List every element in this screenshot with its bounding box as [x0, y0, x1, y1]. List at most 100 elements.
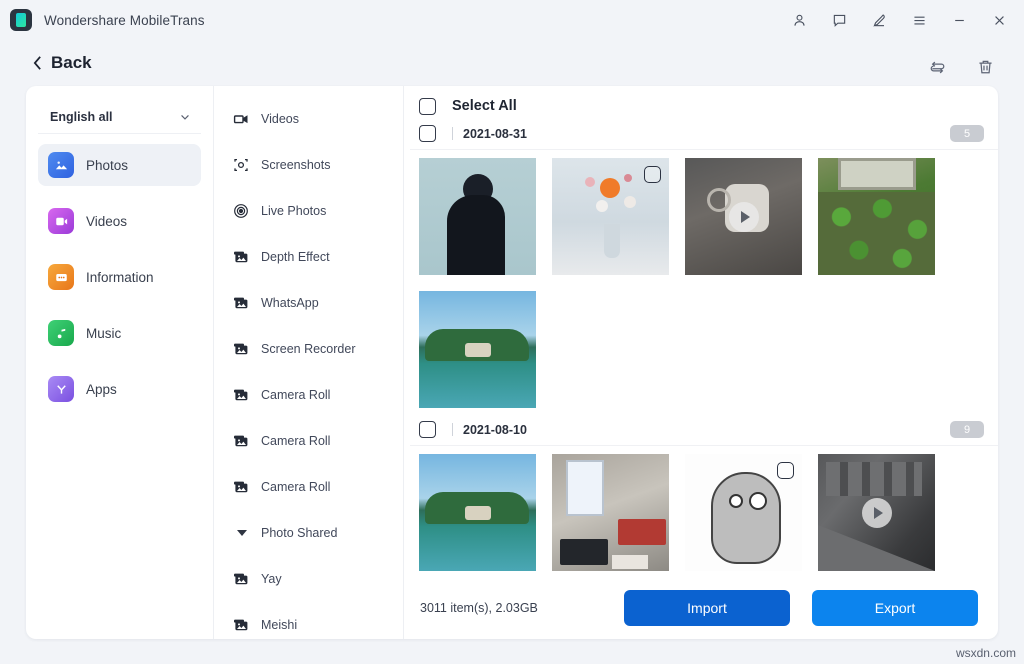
video-camera-icon: [232, 111, 249, 128]
item-count-label: 3011 item(s), 2.03GB: [420, 601, 538, 615]
photo-stack-icon: [232, 295, 249, 312]
language-label: English all: [50, 110, 113, 124]
videos-icon: [48, 208, 74, 234]
edit-pen-icon[interactable]: [862, 5, 896, 35]
category-label: Camera Roll: [261, 434, 330, 448]
watermark: wsxdn.com: [956, 646, 1016, 660]
photo-browser: Select All 2021-08-31 5: [404, 86, 998, 639]
account-icon[interactable]: [782, 5, 816, 35]
category-item-yay[interactable]: Yay: [214, 556, 403, 602]
photo-grid-scroll[interactable]: Select All 2021-08-31 5: [404, 86, 998, 577]
sidebar: English all Photos Videos Informati: [26, 86, 214, 639]
content-card: English all Photos Videos Informati: [26, 86, 998, 639]
thumbnail-row: [410, 150, 998, 414]
category-item-meishi[interactable]: Meishi: [214, 602, 403, 639]
application-window: Wondershare MobileTrans: [0, 0, 1024, 664]
photo-thumbnail[interactable]: [818, 158, 935, 275]
title-bar: Wondershare MobileTrans: [0, 0, 1024, 40]
category-item-screen-recorder[interactable]: Screen Recorder: [214, 326, 403, 372]
category-list: Videos Screenshots Live Photos Depth Eff…: [214, 86, 404, 639]
photos-icon: [48, 152, 74, 178]
sidebar-item-label: Information: [86, 270, 154, 285]
screenshot-icon: [232, 157, 249, 174]
category-item-whatsapp[interactable]: WhatsApp: [214, 280, 403, 326]
sidebar-item-apps[interactable]: Apps: [38, 368, 201, 410]
sidebar-item-videos[interactable]: Videos: [38, 200, 201, 242]
back-label: Back: [51, 53, 92, 73]
category-label: Depth Effect: [261, 250, 330, 264]
photo-stack-icon: [232, 249, 249, 266]
play-icon[interactable]: [729, 202, 759, 232]
import-button[interactable]: Import: [624, 590, 790, 626]
category-label: Camera Roll: [261, 388, 330, 402]
photo-thumbnail[interactable]: [419, 158, 536, 275]
apps-icon: [48, 376, 74, 402]
app-logo-icon: [10, 9, 32, 31]
category-item-screenshots[interactable]: Screenshots: [214, 142, 403, 188]
select-all-label: Select All: [452, 98, 517, 114]
photo-thumbnail[interactable]: [552, 158, 669, 275]
photo-stack-icon: [232, 433, 249, 450]
video-thumbnail[interactable]: [685, 158, 802, 275]
select-all-row[interactable]: Select All: [410, 86, 998, 118]
back-button[interactable]: Back: [32, 53, 92, 73]
category-label: Videos: [261, 112, 299, 126]
select-all-checkbox[interactable]: [419, 98, 436, 115]
thumbnail-checkbox[interactable]: [644, 166, 661, 183]
group-checkbox[interactable]: [419, 421, 436, 438]
category-label: Camera Roll: [261, 480, 330, 494]
category-label: Screen Recorder: [261, 342, 356, 356]
action-bar: 3011 item(s), 2.03GB Import Export Add F…: [404, 577, 998, 639]
photo-stack-icon: [232, 617, 249, 634]
group-count-badge: 9: [950, 421, 984, 438]
content-toolbar: [926, 56, 996, 78]
photo-stack-icon: [232, 479, 249, 496]
export-button[interactable]: Export: [812, 590, 978, 626]
video-thumbnail[interactable]: [818, 454, 935, 571]
menu-hamburger-icon[interactable]: [902, 5, 936, 35]
category-item-videos[interactable]: Videos: [214, 96, 403, 142]
photo-stack-icon: [232, 341, 249, 358]
refresh-icon[interactable]: [926, 56, 948, 78]
thumbnail-checkbox[interactable]: [777, 462, 794, 479]
feedback-icon[interactable]: [822, 5, 856, 35]
group-count-badge: 5: [950, 125, 984, 142]
language-selector[interactable]: English all: [38, 100, 201, 134]
sidebar-item-photos[interactable]: Photos: [38, 144, 201, 186]
chevron-down-icon: [179, 111, 191, 123]
app-title: Wondershare MobileTrans: [44, 13, 205, 28]
photo-thumbnail[interactable]: [685, 454, 802, 571]
sidebar-item-label: Apps: [86, 382, 117, 397]
play-icon[interactable]: [862, 498, 892, 528]
category-item-camera-roll-1[interactable]: Camera Roll: [214, 372, 403, 418]
sidebar-item-information[interactable]: Information: [38, 256, 201, 298]
sidebar-item-music[interactable]: Music: [38, 312, 201, 354]
sidebar-item-label: Music: [86, 326, 121, 341]
date-group-header[interactable]: 2021-08-31 5: [410, 118, 998, 150]
divider: [452, 423, 453, 436]
group-date-label: 2021-08-31: [463, 127, 527, 141]
category-item-camera-roll-2[interactable]: Camera Roll: [214, 418, 403, 464]
category-item-depth-effect[interactable]: Depth Effect: [214, 234, 403, 280]
category-group-photo-shared[interactable]: Photo Shared: [214, 510, 403, 556]
window-controls: [782, 5, 1024, 35]
triangle-down-icon: [232, 525, 249, 542]
group-checkbox[interactable]: [419, 125, 436, 142]
information-icon: [48, 264, 74, 290]
minimize-icon[interactable]: [942, 5, 976, 35]
category-label: WhatsApp: [261, 296, 319, 310]
photo-stack-icon: [232, 571, 249, 588]
sidebar-item-label: Videos: [86, 214, 127, 229]
photo-thumbnail[interactable]: [419, 454, 536, 571]
photo-thumbnail[interactable]: [419, 291, 536, 408]
category-item-camera-roll-3[interactable]: Camera Roll: [214, 464, 403, 510]
category-label: Photo Shared: [261, 526, 337, 540]
page-header: Back: [0, 40, 1024, 86]
photo-stack-icon: [232, 387, 249, 404]
photo-thumbnail[interactable]: [552, 454, 669, 571]
close-icon[interactable]: [982, 5, 1016, 35]
date-group-header[interactable]: 2021-08-10 9: [410, 414, 998, 446]
delete-trash-icon[interactable]: [974, 56, 996, 78]
category-item-live-photos[interactable]: Live Photos: [214, 188, 403, 234]
music-icon: [48, 320, 74, 346]
